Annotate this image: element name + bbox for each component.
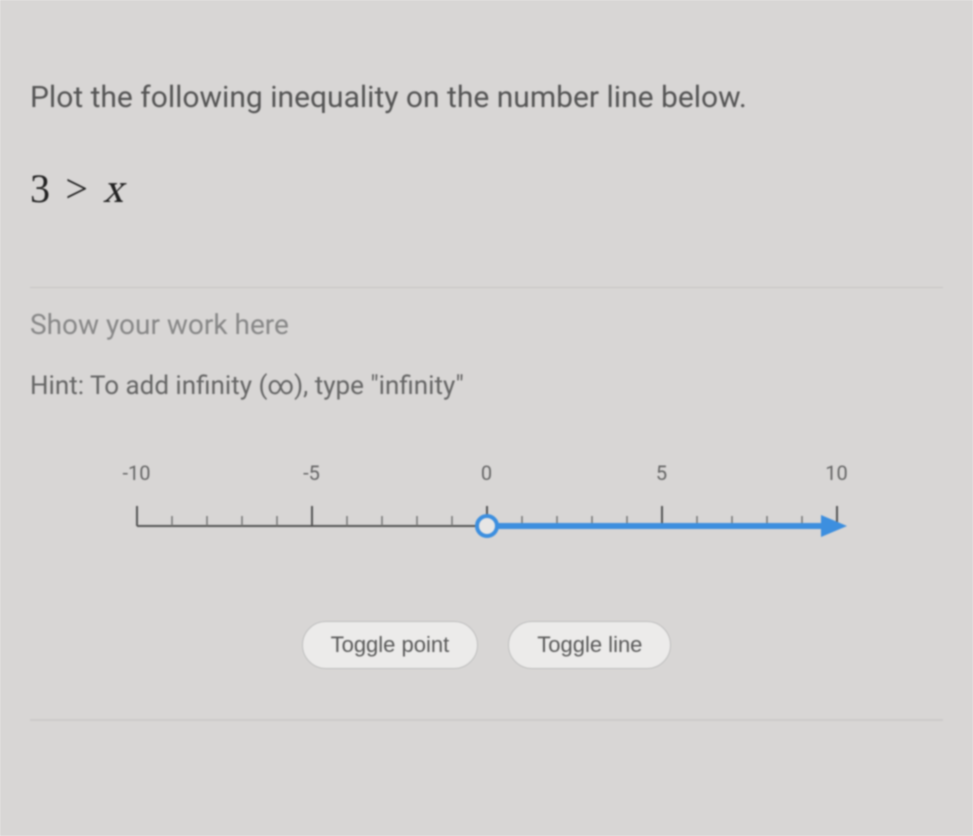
toggle-line-button[interactable]: Toggle line bbox=[508, 621, 671, 669]
hint-text: Hint: To add infinity (∞), type "infinit… bbox=[30, 371, 943, 401]
inequality-lhs: 3 bbox=[30, 166, 50, 211]
number-line-svg[interactable] bbox=[127, 491, 847, 561]
prompt-text: Plot the following inequality on the num… bbox=[30, 80, 943, 115]
number-line-labels: -10 -5 0 5 10 bbox=[137, 461, 837, 485]
number-line[interactable]: -10 -5 0 5 10 bbox=[137, 461, 837, 581]
toggle-point-button[interactable]: Toggle point bbox=[302, 621, 479, 669]
tick-label: 5 bbox=[642, 461, 682, 485]
tick-label: 10 bbox=[817, 461, 857, 485]
toggle-buttons: Toggle point Toggle line bbox=[30, 621, 943, 669]
inequality-expression: 3 > x bbox=[30, 165, 943, 217]
exercise-card: Plot the following inequality on the num… bbox=[0, 0, 973, 836]
inequality-rhs: x bbox=[103, 172, 122, 212]
section-divider bbox=[30, 287, 943, 288]
show-work-input[interactable]: Show your work here bbox=[30, 308, 943, 341]
card-end-divider bbox=[30, 719, 943, 721]
tick-label: 0 bbox=[467, 461, 507, 485]
tick-label: -10 bbox=[117, 461, 157, 485]
ray-arrowhead-icon bbox=[821, 515, 847, 537]
tick-label: -5 bbox=[292, 461, 332, 485]
plotted-point-open[interactable] bbox=[477, 516, 497, 536]
inequality-op: > bbox=[65, 166, 88, 211]
